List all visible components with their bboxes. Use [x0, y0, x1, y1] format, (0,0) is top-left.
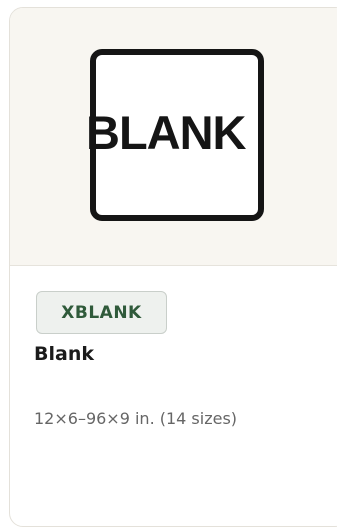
blank-sign-label: BLANK: [86, 106, 246, 159]
product-name[interactable]: Blank: [34, 343, 94, 365]
product-size-range: 12×6–96×9 in. (14 sizes): [34, 409, 238, 428]
product-thumbnail[interactable]: BLANK: [10, 8, 337, 266]
product-card[interactable]: BLANK XBLANK Blank 12×6–96×9 in. (14 siz…: [9, 7, 337, 527]
product-code-badge: XBLANK: [36, 291, 167, 334]
